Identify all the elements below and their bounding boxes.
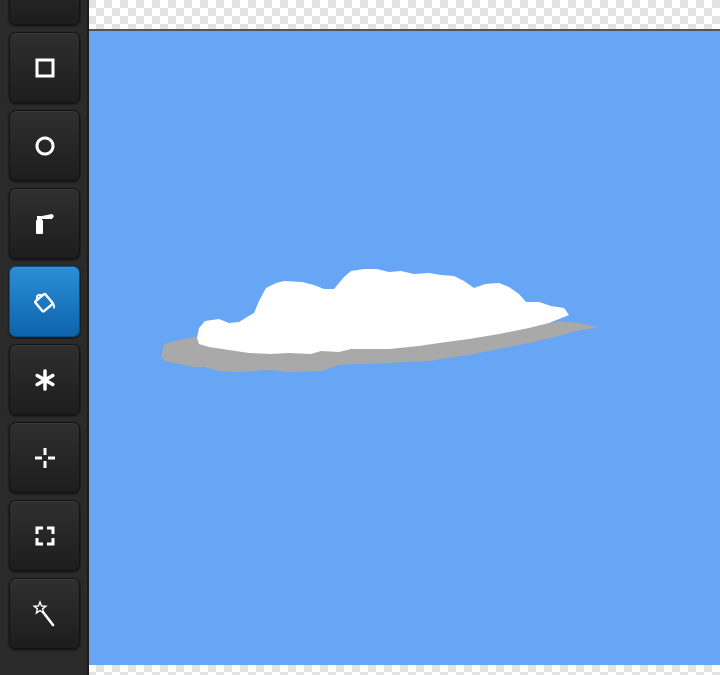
magic-wand-icon (30, 599, 60, 629)
rectangle-tool[interactable] (9, 32, 80, 103)
tool-partial[interactable] (9, 0, 80, 25)
move-crosshair-icon (30, 443, 60, 473)
unknown-icon (30, 0, 60, 5)
square-icon (30, 53, 60, 83)
ellipse-tool[interactable] (9, 110, 80, 181)
move-tool[interactable] (9, 422, 80, 493)
selection-marquee-icon (30, 521, 60, 551)
drawing-canvas[interactable] (89, 29, 720, 665)
select-tool[interactable] (9, 500, 80, 571)
spray-can-icon (30, 209, 60, 239)
paint-bucket-icon (30, 287, 60, 317)
spray-tool[interactable] (9, 188, 80, 259)
stamp-tool[interactable] (9, 344, 80, 415)
tool-palette (0, 0, 89, 675)
magic-wand-tool[interactable] (9, 578, 80, 649)
fill-tool[interactable] (9, 266, 80, 337)
asterisk-icon (30, 365, 60, 395)
circle-icon (30, 131, 60, 161)
cloud-artwork (162, 269, 600, 372)
